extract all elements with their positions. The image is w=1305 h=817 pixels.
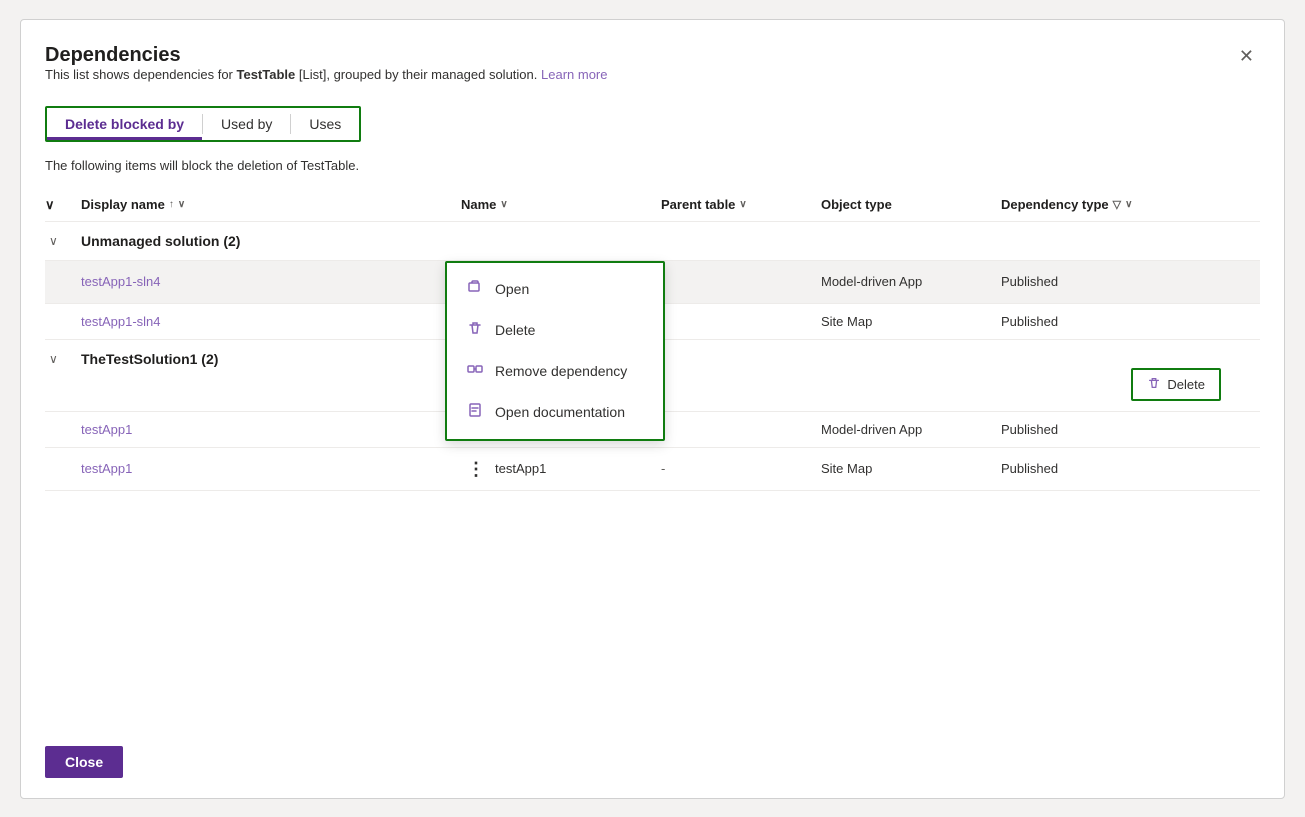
th-dependency-type-filter[interactable]: ▽ [1113, 198, 1121, 211]
table-row: testApp1-sln4 ⋮ cr543_testApp1sln4 - Mod… [45, 261, 1260, 304]
subtitle-bold: TestTable [236, 67, 295, 82]
remove-dependency-icon [465, 361, 485, 382]
tab-uses[interactable]: Uses [291, 108, 359, 140]
th-object-type-label: Object type [821, 197, 892, 212]
th-parent-table-sort[interactable]: ∨ [739, 199, 746, 210]
th-object-type: Object type [821, 197, 1001, 212]
menu-item-open-documentation[interactable]: Open documentation [447, 392, 663, 433]
expand-all-icon[interactable]: ∨ [45, 197, 55, 213]
learn-more-link[interactable]: Learn more [541, 67, 607, 82]
th-name-sort[interactable]: ∨ [500, 199, 507, 210]
open-icon [465, 279, 485, 300]
menu-item-delete[interactable]: Delete [447, 310, 663, 351]
info-text: The following items will block the delet… [45, 158, 1260, 173]
row3-object-type: Model-driven App [821, 422, 1001, 437]
th-parent-table-label: Parent table [661, 197, 735, 212]
row2-parent-table: - [661, 314, 821, 329]
group-expand-btn[interactable]: ∨ [45, 232, 81, 250]
th-dependency-type: Dependency type ▽ ∨ [1001, 197, 1221, 212]
th-expand: ∨ [45, 197, 81, 213]
dialog-footer: Close [45, 726, 1260, 778]
table-header: ∨ Display name ↑ ∨ Name ∨ Parent table ∨… [45, 189, 1260, 222]
group2-delete-icon [1147, 376, 1161, 393]
close-icon[interactable]: ✕ [1233, 44, 1260, 69]
table-container: ∨ Display name ↑ ∨ Name ∨ Parent table ∨… [45, 189, 1260, 726]
subtitle-pre: This list shows dependencies for [45, 67, 236, 82]
th-name: Name ∨ [461, 197, 661, 212]
row1-parent-table: - [661, 274, 821, 289]
row4-more-btn[interactable]: ⋮ [461, 458, 491, 480]
subtitle-grouped: , grouped by their managed solution. [326, 67, 537, 82]
table-body: ∨ Unmanaged solution (2) testApp1-sln4 ⋮… [45, 222, 1260, 491]
row1-dependency-type: Published [1001, 274, 1221, 289]
row4-parent-table: - [661, 461, 821, 476]
tab-delete-blocked-by[interactable]: Delete blocked by [47, 108, 202, 140]
th-display-name-sort-asc[interactable]: ↑ [169, 199, 174, 210]
menu-item-open-label: Open [495, 281, 529, 297]
th-parent-table: Parent table ∨ [661, 197, 821, 212]
th-display-name-sort-desc[interactable]: ∨ [178, 199, 185, 210]
menu-item-remove-dependency[interactable]: Remove dependency [447, 351, 663, 392]
th-dependency-type-label: Dependency type [1001, 197, 1109, 212]
row3-parent-table: - [661, 422, 821, 437]
group-label-unmanaged: Unmanaged solution (2) [81, 233, 1221, 249]
row3-dependency-type: Published [1001, 422, 1221, 437]
row1-object-type: Model-driven App [821, 274, 1001, 289]
table-row: testApp1 ⋮ testApp1 - Site Map Published [45, 448, 1260, 491]
tabs-container: Delete blocked by Used by Uses [45, 106, 361, 142]
row2-dependency-type: Published [1001, 314, 1221, 329]
menu-item-open[interactable]: Open [447, 269, 663, 310]
th-display-name: Display name ↑ ∨ [81, 197, 461, 212]
th-display-name-label: Display name [81, 197, 165, 212]
menu-item-open-documentation-label: Open documentation [495, 404, 625, 420]
close-button[interactable]: Close [45, 746, 123, 778]
group2-delete-btn[interactable]: Delete [1131, 368, 1221, 401]
subtitle: This list shows dependencies for TestTab… [45, 67, 607, 82]
open-documentation-icon [465, 402, 485, 423]
th-name-label: Name [461, 197, 496, 212]
row2-display-name[interactable]: testApp1-sln4 [81, 314, 461, 329]
group2-expand-btn[interactable]: ∨ [45, 350, 81, 368]
row4-name-cell: ⋮ testApp1 [461, 458, 661, 480]
title-text: Dependencies [45, 44, 607, 67]
menu-item-delete-label: Delete [495, 322, 535, 338]
row4-display-name[interactable]: testApp1 [81, 461, 461, 476]
row3-display-name[interactable]: testApp1 [81, 422, 461, 437]
row2-object-type: Site Map [821, 314, 1001, 329]
group2-delete-label: Delete [1167, 377, 1205, 392]
subtitle-type: [List] [299, 67, 326, 82]
th-dependency-type-sort[interactable]: ∨ [1125, 199, 1132, 210]
tab-used-by[interactable]: Used by [203, 108, 290, 140]
row4-name: testApp1 [495, 461, 554, 476]
dialog-header: Dependencies This list shows dependencie… [45, 44, 1260, 98]
row1-display-name[interactable]: testApp1-sln4 [81, 274, 461, 289]
context-menu: Open Delete [445, 261, 665, 441]
group-row-unmanaged: ∨ Unmanaged solution (2) [45, 222, 1260, 261]
delete-icon [465, 320, 485, 341]
row4-dependency-type: Published [1001, 461, 1221, 476]
menu-item-remove-dependency-label: Remove dependency [495, 363, 627, 379]
dialog-title: Dependencies This list shows dependencie… [45, 44, 607, 98]
dependencies-dialog: Dependencies This list shows dependencie… [20, 19, 1285, 799]
row4-object-type: Site Map [821, 461, 1001, 476]
